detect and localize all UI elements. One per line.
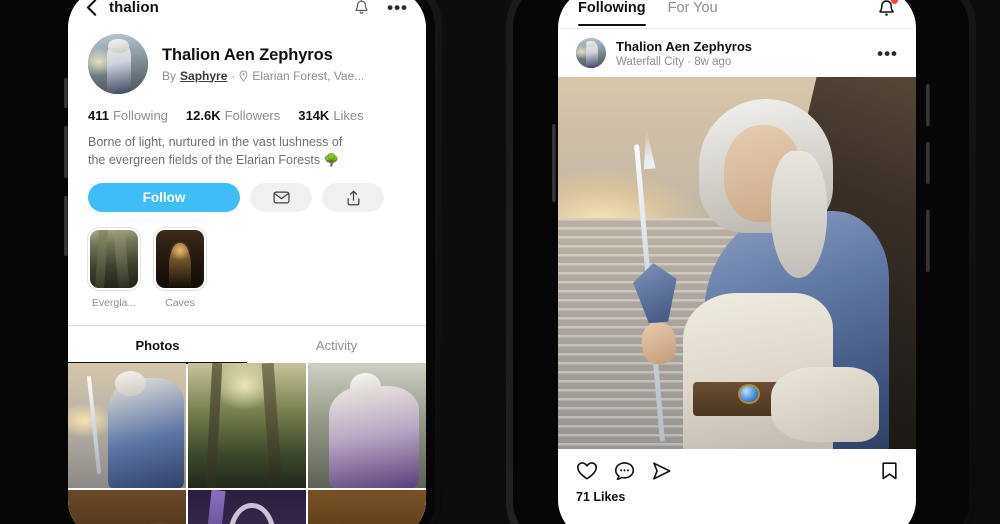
grid-photo[interactable] xyxy=(188,490,306,524)
stat-following[interactable]: 411 Following xyxy=(88,108,168,123)
tab-following[interactable]: Following xyxy=(578,0,646,26)
tab-photos[interactable]: Photos xyxy=(68,326,247,365)
stat-following-label: Following xyxy=(112,108,168,123)
profile-tab-bar: Photos Activity xyxy=(68,325,426,365)
stat-followers-label: Followers xyxy=(224,108,281,123)
comment-bubble-icon[interactable] xyxy=(614,461,635,481)
page-title: thalion xyxy=(109,0,159,16)
post-like-count: 71 Likes xyxy=(576,490,626,504)
right-phone-volume-up-button[interactable] xyxy=(926,84,930,126)
notification-badge-dot xyxy=(891,0,898,4)
author-link[interactable]: Saphyre xyxy=(180,69,227,83)
left-phone-screen: thalion ••• Thalion Aen Zephyros By Saph… xyxy=(68,0,426,524)
profile-name: Thalion Aen Zephyros xyxy=(162,45,333,64)
profile-nav-bar: thalion ••• xyxy=(68,0,426,26)
notifications-button[interactable] xyxy=(877,0,898,28)
profile-identity: Thalion Aen Zephyros By Saphyre · Elaria… xyxy=(162,46,364,83)
bell-icon[interactable] xyxy=(354,0,369,16)
story-highlights: Evergla... Caves xyxy=(68,212,426,309)
profile-bio: Borne of light, nurtured in the vast lus… xyxy=(88,135,343,168)
right-phone-silent-switch[interactable] xyxy=(552,124,556,202)
right-phone-power-button[interactable] xyxy=(926,210,930,272)
share-upload-icon xyxy=(346,190,361,206)
grid-photo[interactable] xyxy=(308,363,426,489)
right-phone-device: Following For You Thalion Aen Zephyros W… xyxy=(506,0,976,524)
profile-more-options-button[interactable]: ••• xyxy=(387,0,408,16)
grid-photo[interactable] xyxy=(68,363,186,489)
post-separator: · xyxy=(687,55,691,68)
highlight-item[interactable]: Evergla... xyxy=(88,228,140,309)
tab-for-you[interactable]: For You xyxy=(668,0,718,26)
post-action-bar xyxy=(558,449,916,481)
avatar-artwork xyxy=(88,34,148,94)
stat-likes-label: Likes xyxy=(333,108,364,123)
post-image-artwork xyxy=(558,77,916,449)
stat-likes-value: 314K xyxy=(298,108,330,123)
grid-photo[interactable] xyxy=(188,363,306,489)
send-paper-plane-icon[interactable] xyxy=(651,461,672,481)
highlight-artwork xyxy=(156,230,204,289)
post-header: Thalion Aen Zephyros Waterfall City · 8w… xyxy=(558,28,916,77)
by-prefix: By xyxy=(162,68,177,83)
avatar[interactable] xyxy=(88,34,148,94)
feed-tab-bar: Following For You xyxy=(558,0,916,28)
profile-meta: By Saphyre · Elarian Forest, Vae... xyxy=(162,69,364,83)
message-button[interactable] xyxy=(250,183,312,213)
stat-followers[interactable]: 12.6K Followers xyxy=(186,108,280,123)
post-image[interactable] xyxy=(558,77,916,449)
avatar[interactable] xyxy=(576,38,606,68)
bookmark-icon[interactable] xyxy=(881,461,898,481)
post-timestamp: 8w ago xyxy=(694,55,732,68)
right-phone-screen: Following For You Thalion Aen Zephyros W… xyxy=(558,0,916,524)
envelope-icon xyxy=(272,191,290,204)
highlight-thumbnail xyxy=(154,228,206,291)
chevron-left-icon[interactable] xyxy=(86,0,97,16)
highlight-label: Caves xyxy=(165,297,195,310)
heart-icon[interactable] xyxy=(576,461,598,481)
post-identity: Thalion Aen Zephyros Waterfall City · 8w… xyxy=(616,39,752,68)
left-phone-device: thalion ••• Thalion Aen Zephyros By Saph… xyxy=(0,0,442,524)
grid-photo[interactable] xyxy=(68,490,186,524)
profile-actions: Follow xyxy=(68,169,426,213)
grid-photo[interactable] xyxy=(308,490,426,524)
highlight-thumbnail xyxy=(88,228,140,291)
highlight-item[interactable]: Caves xyxy=(154,228,206,309)
right-phone-volume-down-button[interactable] xyxy=(926,142,930,184)
profile-stats: 411 Following 12.6K Followers 314K Likes xyxy=(68,94,426,123)
meta-separator: · xyxy=(231,68,236,83)
tab-activity[interactable]: Activity xyxy=(247,326,426,363)
highlight-label: Evergla... xyxy=(91,297,137,310)
post-subtitle: Waterfall City · 8w ago xyxy=(616,56,752,68)
location-pin-icon xyxy=(239,69,248,82)
profile-location: Elarian Forest, Vae... xyxy=(252,68,365,83)
avatar-artwork xyxy=(576,38,606,68)
follow-button[interactable]: Follow xyxy=(88,183,240,213)
profile-header: Thalion Aen Zephyros By Saphyre · Elaria… xyxy=(68,26,426,94)
stat-likes[interactable]: 314K Likes xyxy=(298,108,363,123)
highlight-artwork xyxy=(90,230,138,289)
share-button[interactable] xyxy=(322,183,384,213)
stat-followers-value: 12.6K xyxy=(185,108,221,123)
screenshot-stage: thalion ••• Thalion Aen Zephyros By Saph… xyxy=(0,0,1000,524)
photo-grid xyxy=(68,363,426,524)
post-location: Waterfall City xyxy=(616,55,684,68)
post-author-name[interactable]: Thalion Aen Zephyros xyxy=(616,39,752,54)
post-more-options-button[interactable]: ••• xyxy=(877,45,898,62)
stat-following-value: 411 xyxy=(88,108,109,123)
